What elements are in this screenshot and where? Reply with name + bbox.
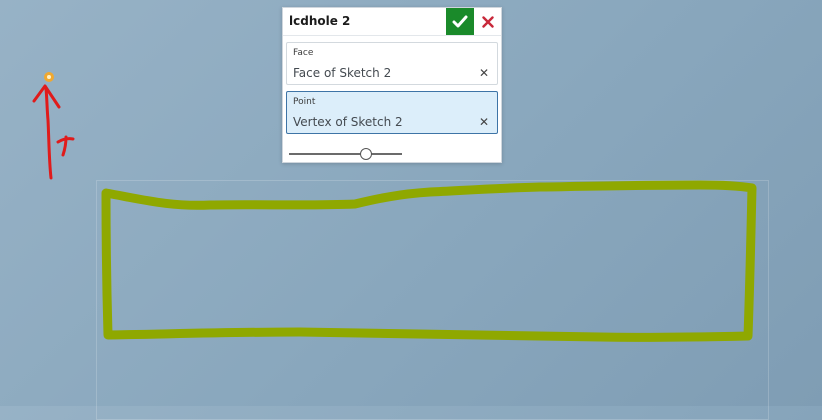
red-arrow-stroke: [44, 87, 53, 180]
point-field-value: Vertex of Sketch 2: [293, 115, 403, 129]
feature-dialog: lcdhole 2 Face Face of Sketch 2 ✕ Point …: [282, 7, 502, 163]
face-field-label: Face: [293, 48, 314, 58]
dialog-header: lcdhole 2: [283, 8, 501, 36]
point-field[interactable]: Point Vertex of Sketch 2 ✕: [286, 91, 498, 134]
slider-track[interactable]: [289, 153, 402, 155]
cancel-button[interactable]: [474, 8, 501, 35]
accept-button[interactable]: [446, 8, 474, 35]
red-x-mark: [56, 135, 75, 157]
point-field-label: Point: [293, 97, 316, 107]
face-field-value: Face of Sketch 2: [293, 66, 392, 80]
slider-thumb[interactable]: [359, 148, 372, 160]
dialog-title: lcdhole 2: [289, 14, 351, 28]
checkmark-icon: [452, 15, 468, 27]
face-field[interactable]: Face Face of Sketch 2 ✕: [286, 42, 498, 85]
green-rectangle-highlight: [101, 180, 757, 342]
face-clear-icon[interactable]: ✕: [479, 66, 489, 80]
depth-slider[interactable]: [289, 147, 402, 161]
close-icon: [481, 15, 494, 28]
point-clear-icon[interactable]: ✕: [479, 115, 489, 129]
